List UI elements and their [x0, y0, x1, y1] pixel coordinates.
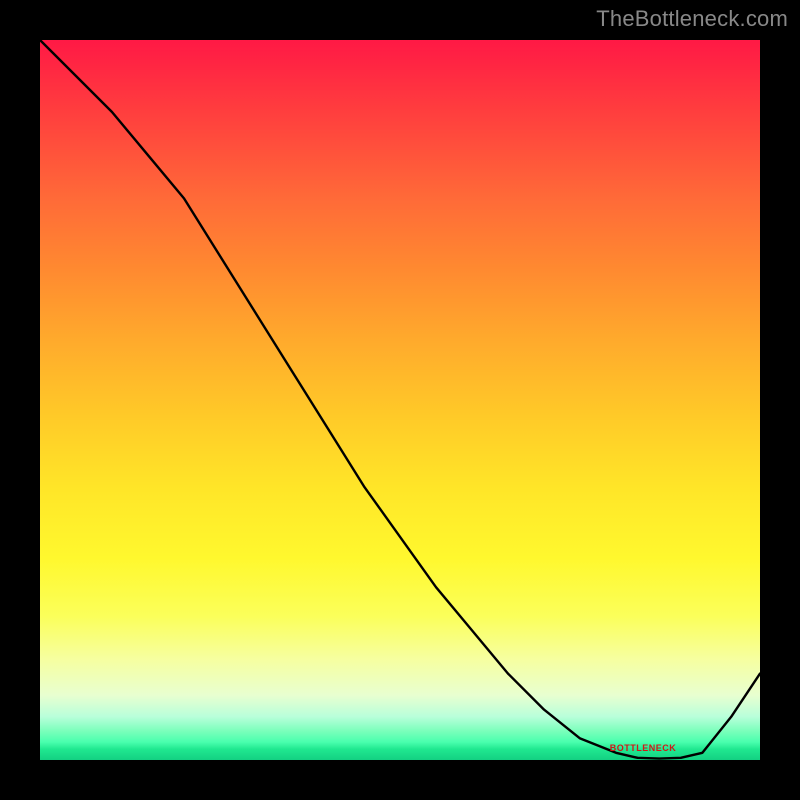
chart-plot-area: BOTTLENECK: [40, 40, 760, 760]
chart-line-svg: [40, 40, 760, 760]
chart-annotation: BOTTLENECK: [610, 743, 677, 753]
watermark-text: TheBottleneck.com: [596, 6, 788, 32]
chart-series-line: [40, 40, 760, 759]
